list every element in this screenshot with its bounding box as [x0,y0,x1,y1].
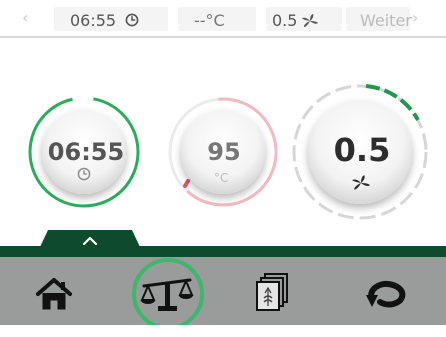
next-label[interactable]: Weiter [360,11,412,30]
next-arrow-button[interactable]: › [412,8,418,27]
status-fan-value: 0.5 [272,11,298,30]
fan-icon [352,175,370,190]
home-icon[interactable] [34,276,74,312]
clock-icon [77,167,91,181]
temperature-value: 95 [207,138,241,166]
timer-value: 06:55 [47,138,125,166]
temperature-marker [183,179,190,188]
fan-icon [302,14,318,27]
bottom-margin [0,325,446,337]
chevron-up-icon[interactable] [82,236,98,246]
top-status-bar: ‹ 06:55 --°C 0.5 Weiter › [0,0,446,36]
temperature-unit: °C [214,171,229,185]
status-time-value: 06:55 [70,11,117,30]
log-icon[interactable] [254,272,290,312]
nav-scale-button[interactable] [130,256,206,332]
fan-value: 0.5 [333,131,391,169]
reset-icon[interactable] [364,279,408,311]
prev-arrow-button[interactable]: ‹ [22,8,28,27]
nav-top-stripe [0,246,446,257]
clock-icon [125,13,139,27]
status-temperature-value: --°C [194,11,225,30]
header-divider [0,36,446,38]
